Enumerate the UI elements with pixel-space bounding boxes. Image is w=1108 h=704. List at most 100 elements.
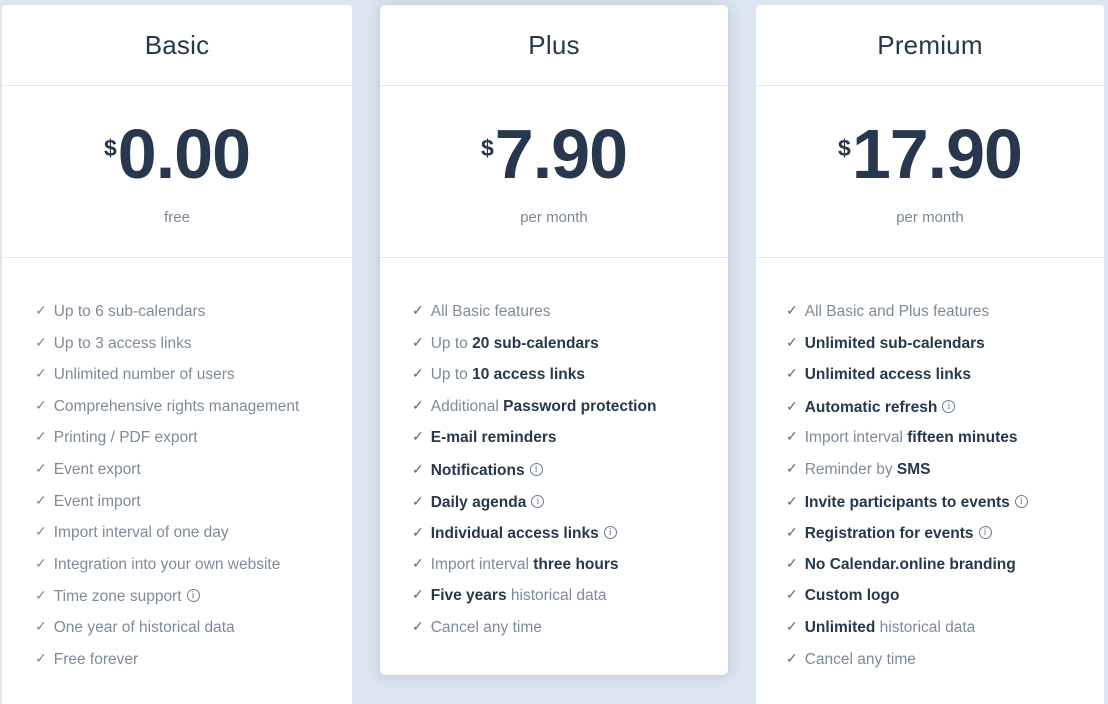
feature-label: Comprehensive rights management <box>53 397 300 415</box>
feature-list-basic: ✓ Up to 6 sub-calendars ✓ Up to 3 access li… <box>2 258 352 683</box>
feature-list-plus: ✓ All Basic features ✓ Up to 20 sub-calenda… <box>380 258 728 652</box>
currency-symbol: $ <box>480 134 494 161</box>
currency-symbol: $ <box>103 134 117 161</box>
plan-header-basic: Basic <box>2 5 352 86</box>
feature-label: Free forever <box>53 650 139 668</box>
feature-label: Unlimited access links <box>804 366 972 384</box>
feature-item: ✓ Time zone support <box>35 588 352 620</box>
feature-item: ✓ Cancel any time <box>412 619 728 652</box>
plan-header-premium: Premium <box>756 5 1104 86</box>
check-icon: ✓ <box>412 460 424 477</box>
info-icon[interactable] <box>1014 494 1028 509</box>
feature-item: ✓ Up to 6 sub-calendars <box>35 302 352 336</box>
feature-label: No Calendar.online branding <box>804 555 1016 573</box>
info-icon[interactable] <box>186 589 200 603</box>
plan-name: Plus <box>528 29 580 60</box>
feature-label: Printing / PDF export <box>53 429 198 447</box>
pricing-card-premium[interactable]: Premium $ 17.90 per month ✓ All Basic and… <box>756 5 1104 704</box>
check-icon: ✓ <box>35 459 47 476</box>
feature-item: ✓ Unlimited historical data <box>786 617 1104 652</box>
feature-label: Up to 6 sub-calendars <box>53 303 206 320</box>
check-icon: ✓ <box>412 554 424 571</box>
feature-label: Unlimited number of users <box>53 366 235 384</box>
feature-label: Automatic refresh <box>804 398 938 416</box>
info-icon[interactable] <box>942 399 956 414</box>
check-icon: ✓ <box>786 397 798 414</box>
feature-label: One year of historical data <box>53 618 235 636</box>
check-icon: ✓ <box>35 428 47 445</box>
feature-item: ✓ Up to 3 access links <box>35 335 352 368</box>
feature-item: ✓ Event export <box>35 459 352 494</box>
price-block-basic: $ 0.00 free <box>2 86 352 258</box>
check-icon: ✓ <box>35 523 47 540</box>
feature-label: Additional Password protection <box>430 397 657 415</box>
check-icon: ✓ <box>786 617 798 634</box>
feature-item: ✓ Printing / PDF export <box>35 428 352 462</box>
feature-label: Notifications <box>430 461 525 479</box>
price-amount: 17.90 <box>851 114 1023 193</box>
feature-label: Integration into your own website <box>53 555 281 573</box>
feature-item: ✓ Unlimited number of users <box>35 365 352 399</box>
feature-label: Five years historical data <box>430 587 607 605</box>
feature-item: ✓ Up to 20 sub-calendars <box>412 333 728 368</box>
feature-item: ✓ One year of historical data <box>35 617 352 652</box>
pricing-card-basic[interactable]: Basic $ 0.00 free ✓ Up to 6 sub-calendars… <box>2 5 352 704</box>
feature-item: ✓ Integration into your own website <box>35 555 352 589</box>
info-icon[interactable] <box>531 494 545 509</box>
feature-label: Up to 10 access links <box>430 366 585 384</box>
price-row: $ 7.90 <box>480 119 628 188</box>
check-icon: ✓ <box>35 302 47 318</box>
price-period: per month <box>520 209 588 227</box>
feature-label: Reminder by SMS <box>804 460 931 478</box>
info-icon[interactable] <box>978 526 992 540</box>
check-icon: ✓ <box>786 302 798 318</box>
check-icon: ✓ <box>786 365 798 382</box>
feature-label: Individual access links <box>430 525 599 543</box>
feature-label: Invite participants to events <box>804 493 1010 511</box>
check-icon: ✓ <box>786 459 798 476</box>
check-icon: ✓ <box>412 428 424 445</box>
feature-item: ✓ Daily agenda <box>412 494 728 526</box>
check-icon: ✓ <box>786 524 798 541</box>
info-icon[interactable] <box>603 526 617 540</box>
check-icon: ✓ <box>412 333 424 350</box>
feature-label: Time zone support <box>53 588 182 606</box>
feature-item: ✓ Notifications <box>412 462 728 494</box>
feature-label: Registration for events <box>804 525 974 543</box>
check-icon: ✓ <box>412 492 424 509</box>
feature-item: ✓ Event import <box>35 491 352 526</box>
check-icon: ✓ <box>412 365 424 382</box>
feature-label: Unlimited historical data <box>804 618 976 636</box>
check-icon: ✓ <box>35 365 47 382</box>
feature-label: Up to 20 sub-calendars <box>430 334 599 352</box>
feature-item: ✓ Free forever <box>35 649 352 684</box>
feature-label: All Basic and Plus features <box>804 303 990 320</box>
currency-symbol: $ <box>838 134 851 161</box>
check-icon: ✓ <box>35 396 47 413</box>
check-icon: ✓ <box>786 554 798 571</box>
check-icon: ✓ <box>412 586 424 603</box>
pricing-table: Basic $ 0.00 free ✓ Up to 6 sub-calendars… <box>0 0 1108 704</box>
pricing-card-plus[interactable]: Plus $ 7.90 per month ✓ All Basic feature… <box>380 5 728 675</box>
feature-label: Unlimited sub-calendars <box>804 334 985 352</box>
check-icon: ✓ <box>35 649 47 666</box>
feature-item: ✓ Import interval three hours <box>412 554 728 589</box>
feature-label: Cancel any time <box>804 650 916 668</box>
check-icon: ✓ <box>35 617 47 634</box>
feature-label: Event import <box>53 492 141 510</box>
feature-item: ✓ Comprehensive rights management <box>35 396 352 431</box>
feature-item: ✓ Custom logo <box>786 587 1104 620</box>
check-icon: ✓ <box>35 491 47 508</box>
feature-item: ✓ Cancel any time <box>786 650 1104 684</box>
feature-list-premium: ✓ All Basic and Plus features ✓ Unlimited s… <box>756 258 1104 683</box>
feature-item: ✓ E-mail reminders <box>412 428 728 462</box>
feature-label: All Basic features <box>430 303 551 320</box>
check-icon: ✓ <box>412 524 424 541</box>
feature-item: ✓ Import interval of one day <box>35 523 352 557</box>
feature-item: ✓ Five years historical data <box>412 586 728 620</box>
feature-label: Event export <box>53 460 141 478</box>
info-icon[interactable] <box>529 462 543 477</box>
feature-label: Import interval three hours <box>430 555 619 573</box>
price-period: free <box>164 209 190 227</box>
feature-label: E-mail reminders <box>430 429 557 447</box>
